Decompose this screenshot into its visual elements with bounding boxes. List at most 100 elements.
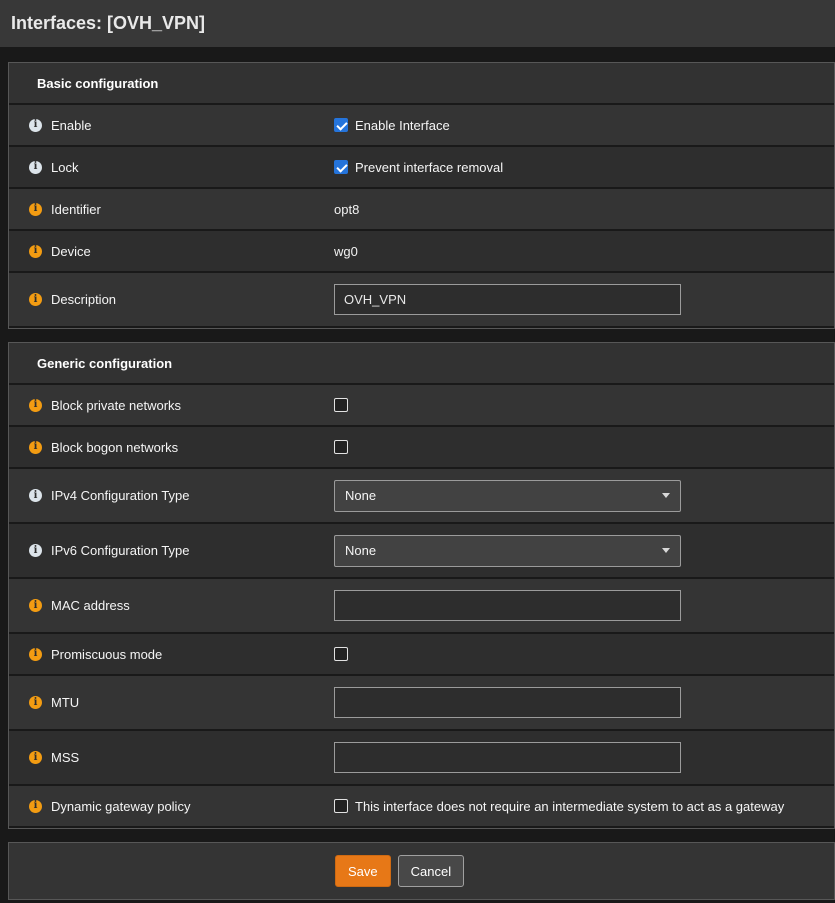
save-button[interactable]: Save bbox=[335, 855, 391, 887]
identifier-control-cell: opt8 bbox=[334, 202, 834, 217]
description-input[interactable] bbox=[334, 284, 681, 315]
row-mtu: MTU bbox=[9, 676, 834, 731]
ipv6-type-control-cell: None bbox=[334, 535, 834, 567]
info-icon[interactable] bbox=[29, 800, 42, 813]
dynamic-gateway-control-cell: This interface does not require an inter… bbox=[334, 799, 834, 814]
mac-address-label-cell: MAC address bbox=[9, 598, 334, 613]
basic-rows: Enable Enable Interface Lock Prevent int… bbox=[9, 105, 834, 328]
mss-input[interactable] bbox=[334, 742, 681, 773]
mtu-label-cell: MTU bbox=[9, 695, 334, 710]
field-label-block-private-networks: Block private networks bbox=[51, 398, 181, 413]
actions-panel: Save Cancel bbox=[8, 842, 835, 900]
ipv4-config-type-select[interactable]: None bbox=[334, 480, 681, 512]
lock-label-cell: Lock bbox=[9, 160, 334, 175]
info-icon[interactable] bbox=[29, 293, 42, 306]
info-icon[interactable] bbox=[29, 489, 42, 502]
mtu-input[interactable] bbox=[334, 687, 681, 718]
page-title: Interfaces: [OVH_VPN] bbox=[0, 0, 835, 47]
generic-rows: Block private networks Block bogon netwo… bbox=[9, 385, 834, 828]
row-block-private-networks: Block private networks bbox=[9, 385, 834, 427]
field-label-description: Description bbox=[51, 292, 116, 307]
row-lock: Lock Prevent interface removal bbox=[9, 147, 834, 189]
identifier-label-cell: Identifier bbox=[9, 202, 334, 217]
block-bogon-label-cell: Block bogon networks bbox=[9, 440, 334, 455]
lock-checkbox[interactable] bbox=[334, 160, 348, 174]
section-header-generic: Generic configuration bbox=[9, 343, 834, 385]
row-promiscuous-mode: Promiscuous mode bbox=[9, 634, 834, 676]
lock-control-cell: Prevent interface removal bbox=[334, 160, 834, 175]
ipv4-config-type-selected-value: None bbox=[345, 488, 376, 503]
block-private-networks-checkbox[interactable] bbox=[334, 398, 348, 412]
row-device: Device wg0 bbox=[9, 231, 834, 273]
mac-address-input[interactable] bbox=[334, 590, 681, 621]
section-header-basic: Basic configuration bbox=[9, 63, 834, 105]
mac-address-control-cell bbox=[334, 590, 834, 621]
info-icon[interactable] bbox=[29, 544, 42, 557]
basic-configuration-panel: Basic configuration Enable Enable Interf… bbox=[8, 62, 835, 329]
info-icon[interactable] bbox=[29, 648, 42, 661]
enable-checkbox-label[interactable]: Enable Interface bbox=[355, 118, 450, 133]
dynamic-gateway-checkbox[interactable] bbox=[334, 799, 348, 813]
block-bogon-control-cell bbox=[334, 440, 834, 454]
block-private-control-cell bbox=[334, 398, 834, 412]
field-label-lock: Lock bbox=[51, 160, 78, 175]
description-label-cell: Description bbox=[9, 292, 334, 307]
block-private-label-cell: Block private networks bbox=[9, 398, 334, 413]
ipv6-config-type-selected-value: None bbox=[345, 543, 376, 558]
row-identifier: Identifier opt8 bbox=[9, 189, 834, 231]
row-dynamic-gateway-policy: Dynamic gateway policy This interface do… bbox=[9, 786, 834, 828]
generic-configuration-panel: Generic configuration Block private netw… bbox=[8, 342, 835, 829]
enable-checkbox[interactable] bbox=[334, 118, 348, 132]
field-label-dynamic-gateway-policy: Dynamic gateway policy bbox=[51, 799, 190, 814]
info-icon[interactable] bbox=[29, 599, 42, 612]
chevron-down-icon bbox=[662, 548, 670, 553]
field-label-promiscuous-mode: Promiscuous mode bbox=[51, 647, 162, 662]
field-label-enable: Enable bbox=[51, 118, 91, 133]
info-icon[interactable] bbox=[29, 399, 42, 412]
lock-checkbox-label[interactable]: Prevent interface removal bbox=[355, 160, 503, 175]
dynamic-gateway-label-cell: Dynamic gateway policy bbox=[9, 799, 334, 814]
info-icon[interactable] bbox=[29, 441, 42, 454]
identifier-value: opt8 bbox=[334, 202, 359, 217]
mss-control-cell bbox=[334, 742, 834, 773]
row-mss: MSS bbox=[9, 731, 834, 786]
info-icon[interactable] bbox=[29, 119, 42, 132]
field-label-identifier: Identifier bbox=[51, 202, 101, 217]
device-label-cell: Device bbox=[9, 244, 334, 259]
row-enable: Enable Enable Interface bbox=[9, 105, 834, 147]
ipv6-config-type-select[interactable]: None bbox=[334, 535, 681, 567]
row-block-bogon-networks: Block bogon networks bbox=[9, 427, 834, 469]
field-label-mss: MSS bbox=[51, 750, 79, 765]
info-icon[interactable] bbox=[29, 751, 42, 764]
promiscuous-label-cell: Promiscuous mode bbox=[9, 647, 334, 662]
field-label-ipv4-configuration-type: IPv4 Configuration Type bbox=[51, 488, 190, 503]
field-label-ipv6-configuration-type: IPv6 Configuration Type bbox=[51, 543, 190, 558]
description-control-cell bbox=[334, 284, 834, 315]
enable-control-cell: Enable Interface bbox=[334, 118, 834, 133]
mss-label-cell: MSS bbox=[9, 750, 334, 765]
ipv6-type-label-cell: IPv6 Configuration Type bbox=[9, 543, 334, 558]
field-label-block-bogon-networks: Block bogon networks bbox=[51, 440, 178, 455]
field-label-mtu: MTU bbox=[51, 695, 79, 710]
ipv4-type-control-cell: None bbox=[334, 480, 834, 512]
info-icon[interactable] bbox=[29, 161, 42, 174]
dynamic-gateway-checkbox-label[interactable]: This interface does not require an inter… bbox=[355, 799, 784, 814]
device-control-cell: wg0 bbox=[334, 244, 834, 259]
block-bogon-networks-checkbox[interactable] bbox=[334, 440, 348, 454]
info-icon[interactable] bbox=[29, 203, 42, 216]
info-icon[interactable] bbox=[29, 245, 42, 258]
info-icon[interactable] bbox=[29, 696, 42, 709]
mtu-control-cell bbox=[334, 687, 834, 718]
field-label-mac-address: MAC address bbox=[51, 598, 130, 613]
device-value: wg0 bbox=[334, 244, 358, 259]
enable-label-cell: Enable bbox=[9, 118, 334, 133]
promiscuous-mode-checkbox[interactable] bbox=[334, 647, 348, 661]
row-ipv4-configuration-type: IPv4 Configuration Type None bbox=[9, 469, 834, 524]
row-description: Description bbox=[9, 273, 834, 328]
row-mac-address: MAC address bbox=[9, 579, 834, 634]
field-label-device: Device bbox=[51, 244, 91, 259]
cancel-button[interactable]: Cancel bbox=[398, 855, 464, 887]
promiscuous-control-cell bbox=[334, 647, 834, 661]
chevron-down-icon bbox=[662, 493, 670, 498]
ipv4-type-label-cell: IPv4 Configuration Type bbox=[9, 488, 334, 503]
